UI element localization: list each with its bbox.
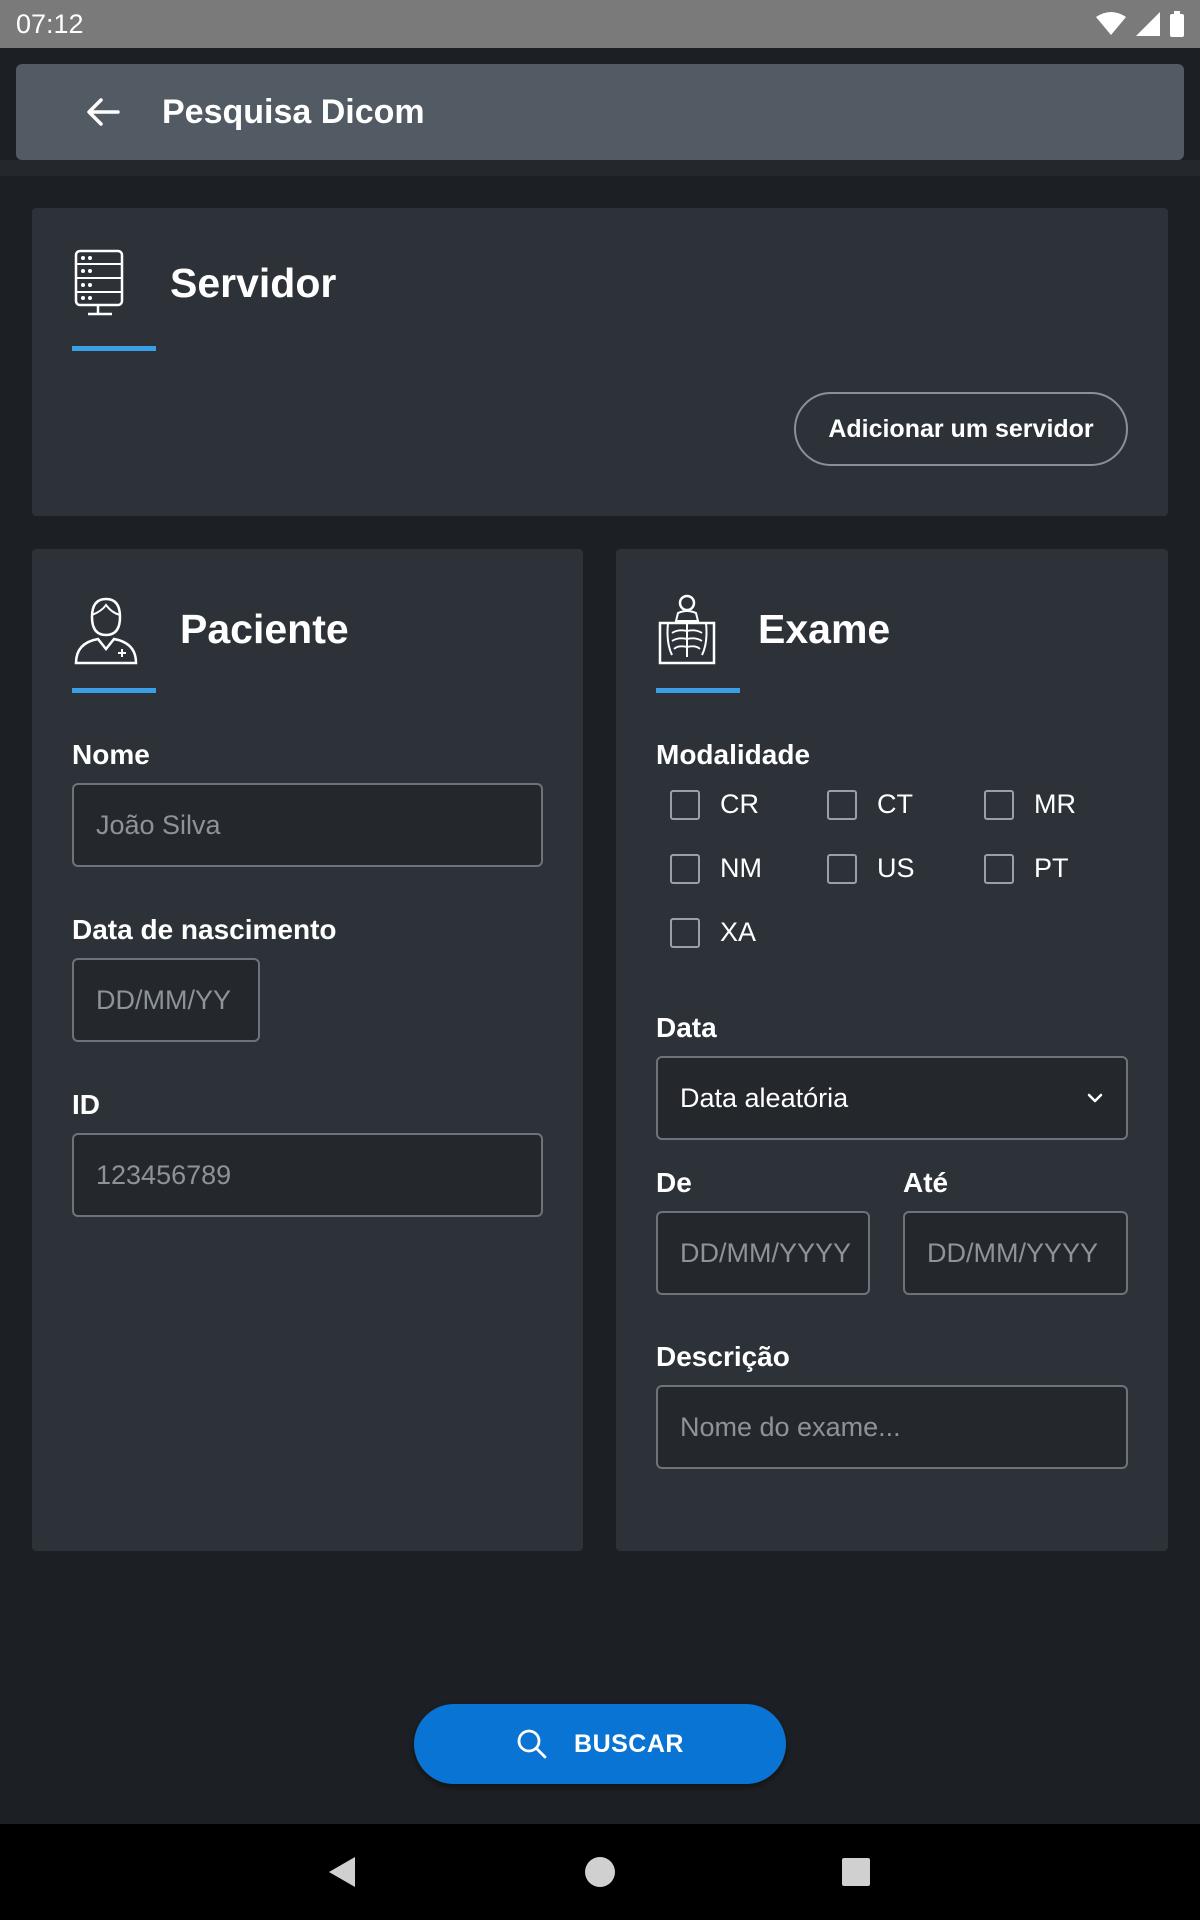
checkbox-box[interactable] [827, 853, 857, 884]
wifi-icon [1096, 12, 1126, 35]
modality-cr-label: CR [720, 789, 759, 819]
patient-title: Paciente [180, 605, 349, 652]
server-card: Servidor Adicionar um servidor [32, 208, 1168, 516]
birth-date-input[interactable]: DD/MM/YY [72, 958, 260, 1042]
date-select[interactable]: Data aleatória [656, 1056, 1128, 1140]
modality-pt-label: PT [1034, 853, 1069, 883]
name-input[interactable]: João Silva [72, 783, 543, 867]
to-date-label: Até [903, 1167, 949, 1198]
app-bar-divider [0, 160, 1200, 176]
checkbox-box[interactable] [670, 853, 700, 884]
chevron-down-icon [1087, 1093, 1103, 1103]
patient-title-underline [72, 688, 156, 693]
date-select-value: Data aleatória [680, 1082, 849, 1113]
page-title: Pesquisa Dicom [162, 92, 425, 131]
description-label: Descrição [656, 1341, 790, 1372]
search-icon [517, 1729, 547, 1759]
nav-back-button[interactable] [294, 1824, 390, 1920]
modality-checkbox-mr[interactable]: MR [984, 789, 1076, 820]
checkbox-box[interactable] [670, 917, 700, 948]
to-date-input[interactable]: DD/MM/YYYY [903, 1211, 1128, 1295]
status-time: 07:12 [16, 8, 84, 39]
modality-xa-label: XA [720, 917, 757, 947]
status-bar: 07:12 [0, 0, 1200, 48]
doctor-icon [74, 597, 138, 665]
modality-checkbox-ct[interactable]: CT [827, 789, 913, 820]
exam-header: Exame [656, 593, 890, 665]
app-bar: Pesquisa Dicom [16, 64, 1184, 160]
birth-date-label: Data de nascimento [72, 914, 337, 945]
search-button-label: BUSCAR [574, 1729, 684, 1758]
checkbox-box[interactable] [984, 789, 1014, 820]
square-recents-icon [842, 1858, 870, 1886]
modality-checkbox-pt[interactable]: PT [984, 853, 1069, 884]
signal-icon [1136, 12, 1160, 36]
modality-label: Modalidade [656, 739, 811, 770]
checkbox-box[interactable] [827, 789, 857, 820]
circle-home-icon [585, 1857, 615, 1887]
exam-title-underline [656, 688, 740, 693]
modality-ct-label: CT [877, 789, 913, 819]
server-title: Servidor [170, 259, 337, 306]
server-icon [74, 249, 124, 316]
patient-card: Paciente Nome João Silva Data de nascime… [32, 549, 583, 1551]
from-date-label: De [656, 1167, 692, 1198]
battery-icon [1170, 11, 1184, 37]
nav-home-button[interactable] [552, 1824, 648, 1920]
patient-header: Paciente [72, 593, 349, 665]
id-input[interactable]: 123456789 [72, 1133, 543, 1217]
modality-checkbox-us[interactable]: US [827, 853, 915, 884]
arrow-back-icon [87, 98, 120, 126]
checkbox-box[interactable] [984, 853, 1014, 884]
server-header: Servidor [72, 248, 336, 318]
id-label: ID [72, 1089, 100, 1120]
nav-recents-button[interactable] [808, 1824, 904, 1920]
modality-checkbox-nm[interactable]: NM [670, 853, 762, 884]
system-nav-bar [0, 1824, 1200, 1920]
modality-checkbox-cr[interactable]: CR [670, 789, 759, 820]
back-button[interactable] [76, 85, 130, 139]
name-label: Nome [72, 739, 150, 770]
exam-title: Exame [758, 605, 891, 652]
modality-us-label: US [877, 853, 915, 883]
checkbox-box[interactable] [670, 789, 700, 820]
server-title-underline [72, 346, 156, 351]
from-date-input[interactable]: DD/MM/YYYY [656, 1211, 870, 1295]
modality-checkbox-xa[interactable]: XA [670, 917, 756, 948]
description-input[interactable]: Nome do exame... [656, 1385, 1128, 1469]
search-button[interactable]: BUSCAR [414, 1704, 786, 1784]
modality-nm-label: NM [720, 853, 762, 883]
add-server-button[interactable]: Adicionar um servidor [794, 392, 1128, 466]
triangle-back-icon [329, 1857, 355, 1887]
modality-mr-label: MR [1034, 789, 1076, 819]
status-icons [1096, 11, 1184, 37]
exam-card: Exame Modalidade CR CT MR NM US PT XA Da… [616, 549, 1168, 1551]
xray-icon [658, 594, 716, 665]
date-label: Data [656, 1012, 717, 1043]
